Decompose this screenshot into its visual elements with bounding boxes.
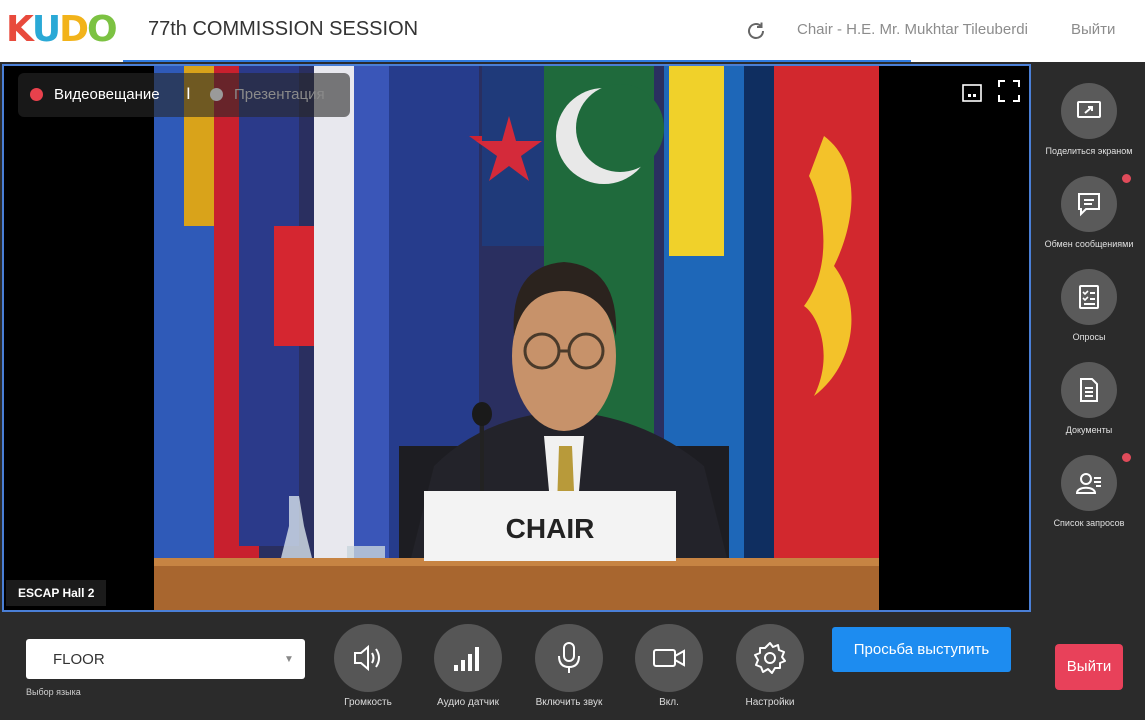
logo-letter-u: U <box>31 9 61 50</box>
sidebar-label-chat: Обмен сообщениями <box>1044 239 1134 249</box>
volume-label: Громкость <box>344 697 392 708</box>
unmute-label: Включить звук <box>535 697 603 708</box>
bottom-toolbar: FLOOR ▼ Выбор языка Громкость Аудио датч… <box>0 612 1145 720</box>
room-label: ESCAP Hall 2 <box>6 580 107 606</box>
request-list-icon <box>1075 473 1101 494</box>
logo-letter-k: K <box>6 9 34 50</box>
video-stream[interactable]: CHAIR Видеовещание I Презентация ESCAP H… <box>2 64 1031 612</box>
right-sidebar: Поделиться экраном Обмен сообщениями Опр… <box>1033 62 1145 612</box>
chat-notification-dot <box>1122 174 1131 183</box>
language-select[interactable]: FLOOR ▼ <box>26 639 305 679</box>
sidebar-label-documents: Документы <box>1065 425 1113 435</box>
request-list-notification-dot <box>1122 453 1131 462</box>
sidebar-label-polls: Опросы <box>1072 332 1106 342</box>
session-title: 77th COMMISSION SESSION <box>148 18 419 40</box>
share-screen-icon <box>1077 101 1101 118</box>
picture-in-picture-icon[interactable] <box>962 84 982 102</box>
video-frame-image: CHAIR <box>4 66 1029 610</box>
share-screen-button[interactable] <box>1061 83 1117 139</box>
live-dot-icon <box>30 88 43 101</box>
documents-button[interactable] <box>1061 362 1117 418</box>
sidebar-label-request-list: Список запросов <box>1053 518 1125 528</box>
chat-button[interactable] <box>1061 176 1117 232</box>
chat-icon <box>1078 193 1100 217</box>
mode-broadcast[interactable]: Видеовещание <box>54 86 160 103</box>
chair-nameplate: CHAIR <box>506 513 595 544</box>
mode-separator: I <box>186 84 191 103</box>
presentation-dot-icon <box>210 88 223 101</box>
fullscreen-icon[interactable] <box>998 80 1020 102</box>
language-select-value: FLOOR <box>53 651 105 668</box>
broadcast-mode-toggle: Видеовещание I Презентация <box>18 73 350 117</box>
audio-meter-button[interactable] <box>434 624 502 692</box>
logo-letter-o: O <box>87 9 118 50</box>
sidebar-label-share-screen: Поделиться экраном <box>1045 146 1133 156</box>
settings-icon <box>754 642 786 674</box>
polls-button[interactable] <box>1061 269 1117 325</box>
volume-icon <box>354 644 380 672</box>
request-floor-button[interactable]: Просьба выступить <box>832 627 1011 672</box>
camera-button[interactable] <box>635 624 703 692</box>
unmute-button[interactable] <box>535 624 603 692</box>
volume-button[interactable] <box>334 624 402 692</box>
header-underline <box>123 60 911 62</box>
language-select-label: Выбор языка <box>26 687 81 697</box>
audio-meter-icon <box>454 647 479 671</box>
logo-letter-d: D <box>59 9 89 50</box>
chevron-down-icon: ▼ <box>284 654 294 665</box>
polls-icon <box>1079 285 1099 309</box>
header-exit-link[interactable]: Выйти <box>1071 21 1115 38</box>
microphone-icon <box>558 642 580 673</box>
request-list-button[interactable] <box>1061 455 1117 511</box>
mode-presentation[interactable]: Презентация <box>234 86 325 103</box>
camera-icon <box>653 649 685 667</box>
settings-label: Настройки <box>745 697 795 708</box>
exit-button[interactable]: Выйти <box>1055 644 1123 690</box>
settings-button[interactable] <box>736 624 804 692</box>
documents-icon <box>1080 378 1098 402</box>
app-header: KUDO 77th COMMISSION SESSION Chair - H.E… <box>0 0 1145 62</box>
participant-name: Chair - H.E. Mr. Mukhtar Tileuberdi <box>797 21 1028 38</box>
refresh-icon[interactable] <box>744 19 768 43</box>
audio-meter-label: Аудио датчик <box>437 697 499 708</box>
camera-label: Вкл. <box>659 697 679 708</box>
kudo-logo: KUDO <box>6 9 118 50</box>
